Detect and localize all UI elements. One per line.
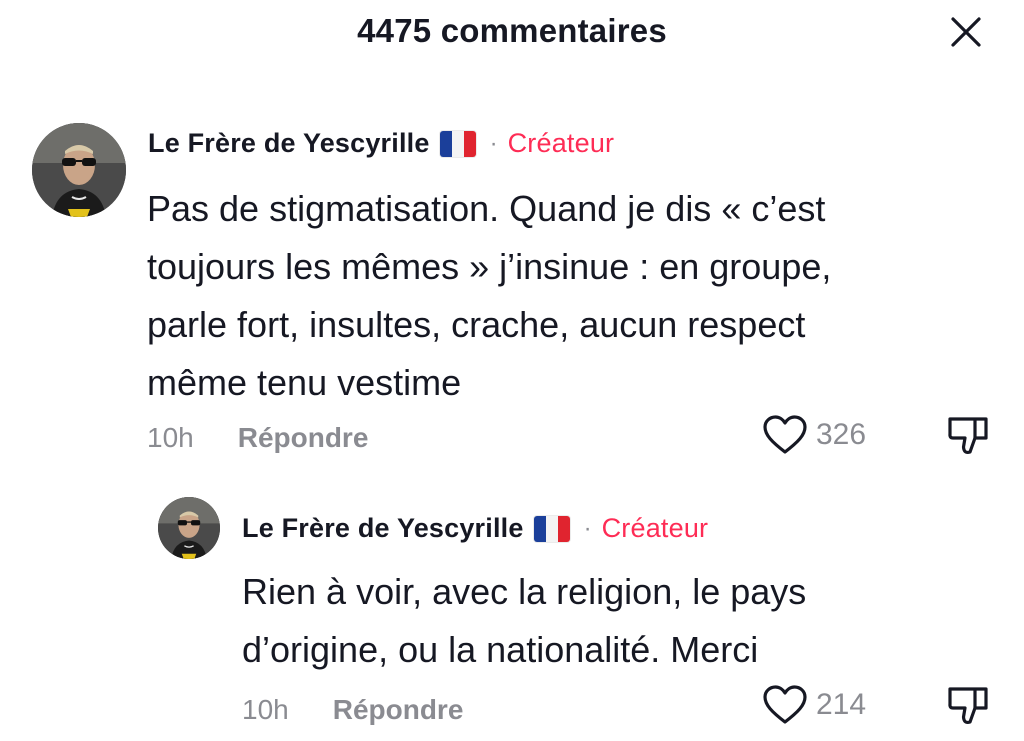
reply-button[interactable]: Répondre bbox=[238, 422, 369, 454]
comment-text: Pas de stigmatisation. Quand je dis « c’… bbox=[147, 180, 831, 412]
comment-line: parle fort, insultes, crache, aucun resp… bbox=[147, 304, 806, 345]
heart-icon bbox=[763, 685, 807, 724]
france-flag-icon bbox=[439, 130, 476, 157]
france-flag-icon bbox=[533, 515, 570, 542]
comment-time: 10h bbox=[242, 694, 289, 725]
comment-line: Rien à voir, avec la religion, le pays bbox=[242, 571, 807, 612]
like-button[interactable]: 326 bbox=[762, 414, 866, 456]
comments-count-title: 4475 commentaires bbox=[357, 12, 667, 49]
creator-badge: Créateur bbox=[601, 513, 709, 543]
comment-meta: 10h Répondre bbox=[147, 422, 368, 454]
avatar[interactable] bbox=[158, 497, 220, 559]
comment-line: Pas de stigmatisation. Quand je dis « c’… bbox=[147, 188, 826, 229]
heart-icon bbox=[763, 415, 807, 454]
close-icon bbox=[951, 17, 981, 47]
reply-button[interactable]: Répondre bbox=[333, 694, 464, 726]
reply-meta: 10h Répondre bbox=[242, 694, 463, 726]
reply-text: Rien à voir, avec la religion, le pays d… bbox=[242, 563, 806, 679]
author-name[interactable]: Le Frère de Yescyrille bbox=[242, 513, 524, 544]
comment-line: même tenu vestime bbox=[147, 362, 462, 403]
dislike-button[interactable] bbox=[946, 684, 990, 733]
avatar[interactable] bbox=[32, 123, 126, 217]
like-button[interactable]: 214 bbox=[762, 684, 866, 726]
comment-time: 10h bbox=[147, 422, 194, 453]
creator-badge: Créateur bbox=[507, 128, 615, 158]
reply-author-line: Le Frère de Yescyrille · Créateur bbox=[242, 513, 708, 544]
dislike-button[interactable] bbox=[946, 414, 990, 463]
like-count: 214 bbox=[816, 688, 867, 721]
close-button[interactable] bbox=[942, 8, 990, 56]
thumbs-down-icon bbox=[948, 687, 988, 725]
thumbs-down-icon bbox=[948, 417, 988, 455]
author-name[interactable]: Le Frère de Yescyrille bbox=[148, 128, 430, 159]
comment-author-line: Le Frère de Yescyrille · Créateur bbox=[148, 128, 614, 159]
separator-dot: · bbox=[583, 514, 592, 542]
like-count: 326 bbox=[816, 418, 867, 451]
comment-line: toujours les mêmes » j’insinue : en grou… bbox=[147, 246, 832, 287]
comment-line: d’origine, ou la nationalité. Merci bbox=[242, 629, 759, 670]
separator-dot: · bbox=[489, 129, 498, 157]
